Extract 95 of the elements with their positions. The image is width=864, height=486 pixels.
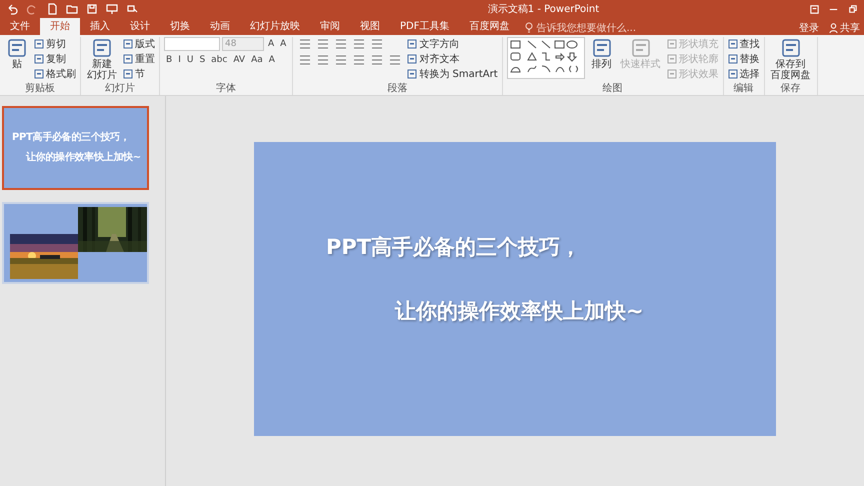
ribbon-tab[interactable]: PDF工具集 (390, 18, 460, 35)
document-icon (91, 37, 113, 59)
list-icon (335, 39, 348, 49)
list-icon (389, 55, 402, 65)
document-icon (780, 37, 802, 59)
list-icon (299, 55, 312, 65)
ribbon-tab[interactable]: 插入 (80, 18, 120, 35)
document-icon (123, 68, 133, 78)
ribbon-tab[interactable]: 视图 (350, 18, 390, 35)
group-label: 绘图 (602, 83, 624, 95)
lightbulb-icon (525, 22, 534, 33)
list-icon (353, 39, 366, 49)
ribbon-button[interactable]: 替换 (728, 52, 760, 65)
document-icon (666, 68, 677, 78)
format-button[interactable]: A (278, 37, 288, 51)
ribbon-tab[interactable]: 文件 (0, 18, 40, 35)
share-button[interactable]: 共享 (829, 20, 860, 35)
group-label: 剪贴板 (24, 83, 56, 95)
person-icon (829, 22, 838, 32)
list-icon (317, 39, 330, 49)
document-icon (630, 37, 652, 59)
ribbon-button[interactable]: 复制 (34, 52, 66, 65)
redo-icon[interactable] (26, 3, 38, 15)
format-button[interactable]: abc (209, 53, 230, 67)
ribbon-button[interactable]: 版式 (123, 37, 155, 50)
ribbon-button[interactable]: 新建 幻灯片 (85, 37, 119, 81)
format-button[interactable]: A (266, 37, 276, 51)
ribbon-tab[interactable]: 切换 (160, 18, 200, 35)
tell-me-field[interactable]: 告诉我您想要做什么... (525, 20, 636, 35)
document-icon (123, 54, 133, 64)
group-label: 段落 (386, 83, 408, 95)
document-icon (34, 54, 44, 64)
document-icon (34, 38, 44, 48)
document-icon (407, 54, 418, 64)
folder-icon[interactable] (66, 3, 78, 15)
list-icon (299, 39, 312, 49)
ribbon-tab[interactable]: 开始 (40, 18, 80, 35)
new-file-icon[interactable] (46, 3, 58, 15)
document-icon (407, 38, 418, 48)
ribbon-tab[interactable]: 百度网盘 (459, 18, 520, 35)
list-icon (317, 55, 330, 65)
list-icon (335, 55, 348, 65)
thumbnail-text: PPT高手必备的三个技巧， (12, 131, 130, 145)
document-icon (666, 54, 677, 64)
font-name-field[interactable] (164, 37, 220, 51)
ribbon-tab[interactable]: 设计 (120, 18, 160, 35)
save-icon[interactable] (86, 3, 98, 15)
list-icon (371, 55, 384, 65)
ribbon-button[interactable]: 重置 (123, 52, 155, 65)
group-label: 保存 (780, 83, 802, 95)
ribbon-button[interactable]: 格式刷 (34, 67, 76, 80)
document-icon (407, 68, 418, 78)
list-icon (353, 55, 366, 65)
document-icon (666, 38, 677, 48)
document-icon (728, 38, 738, 48)
format-button[interactable]: U (184, 53, 196, 67)
window-title: 演示文稿1 - PowerPoint (486, 2, 600, 16)
ribbon-button[interactable]: 选择 (728, 67, 760, 80)
format-button[interactable]: S (197, 53, 208, 67)
ribbon-button[interactable]: 排列 (588, 37, 615, 70)
slide-thumbnail[interactable] (2, 202, 149, 284)
document-icon (34, 68, 44, 78)
list-icon (371, 39, 384, 49)
document-icon (590, 37, 613, 59)
group-label: 编辑 (732, 83, 755, 95)
format-button[interactable]: A (266, 53, 277, 67)
presentation-icon[interactable] (106, 3, 118, 15)
ribbon-button[interactable]: 剪切 (34, 37, 66, 50)
document-icon (123, 38, 133, 48)
slide-text: PPT高手必备的三个技巧， (326, 234, 582, 261)
ribbon-tab[interactable]: 幻灯片放映 (240, 18, 310, 35)
slide-text: 让你的操作效率快上加快~ (395, 298, 645, 325)
format-button[interactable]: B (164, 53, 174, 67)
ribbon-tab[interactable]: 动画 (200, 18, 240, 35)
group-label: 字体 (215, 83, 238, 95)
ribbon-button[interactable]: 保存到 百度网盘 (768, 37, 813, 81)
document-icon (728, 68, 738, 78)
ribbon-button[interactable]: 转换为 SmartArt (407, 67, 498, 80)
document-icon (6, 37, 28, 59)
format-button[interactable]: I (176, 53, 183, 67)
sign-in-link[interactable]: 登录 (799, 20, 819, 35)
undo-icon[interactable] (6, 3, 18, 15)
ribbon-button[interactable]: 贴 (4, 37, 30, 70)
ribbon-button[interactable]: 查找 (728, 37, 760, 50)
restore-icon[interactable] (847, 4, 858, 14)
format-button[interactable]: Aa (249, 53, 265, 67)
ribbon-tab[interactable]: 审阅 (310, 18, 350, 35)
document-icon (728, 54, 738, 64)
ribbon-button[interactable]: 对齐文本 (407, 52, 460, 65)
format-button[interactable]: AV (231, 53, 248, 67)
thumbnail-text: 让你的操作效率快上加快~ (26, 151, 141, 165)
ribbon-button[interactable]: 节 (123, 67, 145, 80)
group-label: 幻灯片 (104, 83, 136, 95)
ribbon-display-icon[interactable] (809, 4, 820, 14)
ribbon-button[interactable]: 文字方向 (407, 37, 460, 50)
